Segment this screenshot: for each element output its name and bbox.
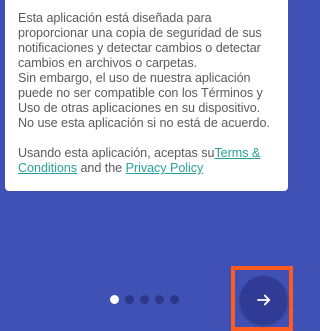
next-button[interactable] xyxy=(240,276,287,323)
page-dot-3 xyxy=(140,295,149,304)
agreement-middle: and the xyxy=(77,161,126,175)
disclaimer-paragraph: Sin embargo, el uso de nuestra aplicació… xyxy=(18,71,270,130)
page-dot-4 xyxy=(155,295,164,304)
page-dot-1 xyxy=(110,295,119,304)
page-dot-5 xyxy=(170,295,179,304)
agreement-prefix: Usando esta aplicación, aceptas su xyxy=(18,146,215,160)
page-indicator xyxy=(110,295,179,305)
intro-paragraph: Esta aplicación está diseñada para propo… xyxy=(18,11,262,70)
consent-card: Esta aplicación está diseñada para propo… xyxy=(5,0,288,191)
arrow-right-icon xyxy=(256,294,270,305)
page-dot-2 xyxy=(125,295,134,304)
privacy-policy-link[interactable]: Privacy Policy xyxy=(126,161,204,175)
agreement-paragraph: Usando esta aplicación, aceptas suTerms … xyxy=(18,146,276,176)
